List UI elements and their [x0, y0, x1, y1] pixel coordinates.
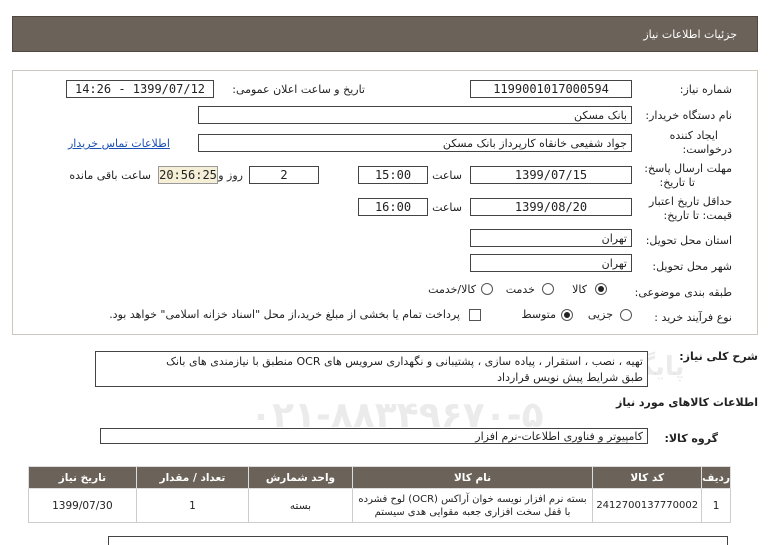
- announce-field: 1399/07/12 - 14:26: [66, 80, 214, 98]
- col-unit: واحد شمارش: [248, 466, 353, 489]
- description-line-1: تهیه ، نصب ، استقرار ، پیاده سازی ، پشتی…: [166, 355, 643, 368]
- process-option-medium: متوسط: [521, 308, 556, 321]
- category-radio-goods-service[interactable]: [481, 283, 493, 295]
- process-radio-medium[interactable]: [561, 309, 573, 321]
- validity-time-label: ساعت: [432, 201, 462, 214]
- category-option-goods: کالا: [572, 283, 587, 296]
- cell-unit: بسته: [248, 488, 353, 523]
- city-field: تهران: [470, 254, 632, 272]
- category-radio-goods[interactable]: [595, 283, 607, 295]
- goods-table-header: ردیف کد کالا نام کالا واحد شمارش تعداد /…: [28, 466, 731, 489]
- description-label: شرح کلی نیاز:: [679, 350, 758, 363]
- validity-time-field: 16:00: [358, 198, 428, 216]
- table-row: 1 2412700137770002 بسته نرم افزار نویسه …: [28, 488, 731, 523]
- process-radio-minor[interactable]: [620, 309, 632, 321]
- remaining-time-field: 20:56:25: [158, 166, 218, 184]
- treasury-payment-checkbox[interactable]: [469, 309, 481, 321]
- send-deadline-label-1: مهلت ارسال پاسخ:: [644, 162, 732, 175]
- notes-box: [108, 536, 728, 545]
- col-date: تاریخ نیاز: [28, 466, 137, 489]
- page-title: جزئیات اطلاعات نیاز: [643, 27, 737, 41]
- need-number-field: 1199001017000594: [470, 80, 632, 98]
- goods-group-field: کامپیوتر و فناوری اطلاعات-نرم افزار: [100, 428, 648, 444]
- col-qty: تعداد / مقدار: [135, 466, 250, 489]
- buyer-field: بانک مسکن: [198, 106, 632, 124]
- days-field: 2: [249, 166, 319, 184]
- send-time-label: ساعت: [432, 169, 462, 182]
- creator-field: جواد شفیعی خانقاه کارپرداز بانک مسکن: [198, 134, 632, 152]
- province-label: استان محل تحویل:: [645, 234, 732, 247]
- validity-date-field: 1399/08/20: [470, 198, 632, 216]
- send-deadline-label-2: تا تاریخ:: [659, 176, 695, 189]
- col-row: ردیف: [701, 466, 731, 489]
- category-radio-service[interactable]: [542, 283, 554, 295]
- validity-label-2: قیمت: تا تاریخ:: [663, 209, 732, 222]
- announce-label: تاریخ و ساعت اعلان عمومی:: [232, 83, 365, 96]
- goods-section-title: اطلاعات کالاهای مورد نیاز: [616, 396, 758, 409]
- send-time-field: 15:00: [358, 166, 428, 184]
- city-label: شهر محل تحویل:: [652, 260, 732, 273]
- creator-label-1: ایجاد کننده: [669, 129, 718, 142]
- description-line-2: طبق شرایط پیش نویس قرارداد: [497, 371, 643, 384]
- category-label: طبقه بندی موضوعی:: [634, 286, 732, 299]
- cell-name: بسته نرم افزار نویسه خوان آراکس (OCR) لو…: [351, 488, 594, 523]
- page-header: جزئیات اطلاعات نیاز: [12, 16, 758, 52]
- cell-code: 2412700137770002: [592, 488, 703, 523]
- cell-row: 1: [701, 488, 731, 523]
- description-box: تهیه ، نصب ، استقرار ، پیاده سازی ، پشتی…: [95, 351, 648, 387]
- col-code: کد کالا: [592, 466, 703, 489]
- cell-qty: 1: [135, 488, 250, 523]
- col-name: نام کالا: [351, 466, 594, 489]
- validity-label-1: حداقل تاریخ اعتبار: [648, 195, 732, 208]
- days-label: روز و: [218, 169, 243, 182]
- creator-label-2: درخواست:: [682, 143, 732, 156]
- treasury-payment-note: پرداخت تمام یا بخشی از مبلغ خرید،از محل …: [109, 308, 460, 321]
- category-option-service: خدمت: [505, 283, 535, 296]
- category-option-goods-service: کالا/خدمت: [428, 283, 476, 296]
- process-label: نوع فرآیند خرید :: [654, 311, 732, 324]
- province-field: تهران: [470, 229, 632, 247]
- buyer-label: نام دستگاه خریدار:: [645, 109, 732, 122]
- goods-group-label: گروه کالا:: [664, 432, 718, 445]
- cell-date: 1399/07/30: [28, 488, 137, 523]
- need-number-label: شماره نیاز:: [679, 83, 732, 96]
- goods-table: ردیف کد کالا نام کالا واحد شمارش تعداد /…: [28, 466, 731, 523]
- buyer-contact-link[interactable]: اطلاعات تماس خریدار: [68, 137, 170, 150]
- remaining-label: ساعت باقی مانده: [69, 169, 151, 182]
- process-option-minor: جزیی: [587, 308, 613, 321]
- send-date-field: 1399/07/15: [470, 166, 632, 184]
